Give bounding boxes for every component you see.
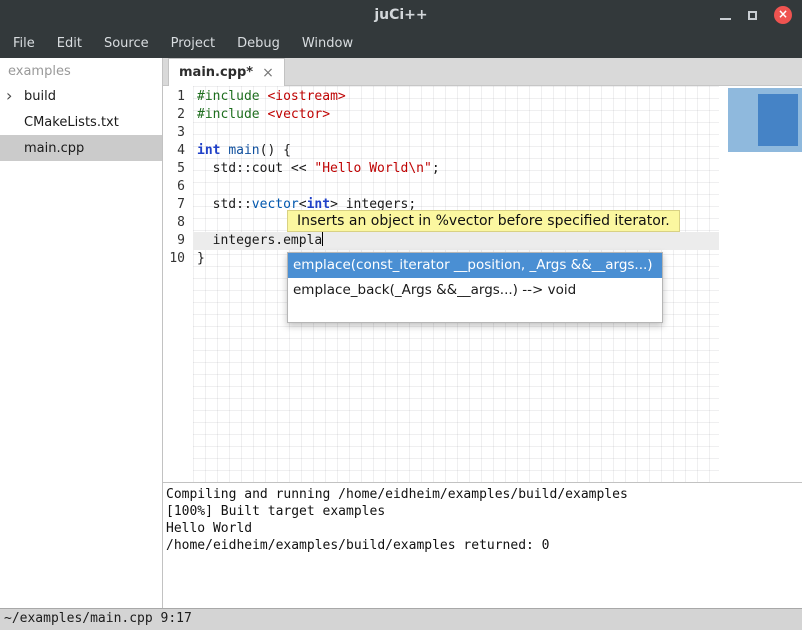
code-text: std::cout << "Hello World\n";: [193, 160, 719, 178]
line-number: 2: [163, 106, 193, 124]
app-window: juCi++ × FileEditSourceProjectDebugWindo…: [0, 0, 802, 630]
menu-item-project[interactable]: Project: [160, 30, 226, 58]
line-number: 8: [163, 214, 193, 232]
terminal-line: Compiling and running /home/eidheim/exam…: [166, 486, 799, 503]
menu-item-debug[interactable]: Debug: [226, 30, 291, 58]
completion-popup: emplace(const_iterator __position, _Args…: [287, 252, 663, 323]
code-line: 9 integers.empla: [163, 232, 802, 250]
tab-main-cpp[interactable]: main.cpp* ×: [168, 58, 285, 86]
line-number: 9: [163, 232, 193, 250]
close-button[interactable]: ×: [774, 6, 792, 24]
menu-item-source[interactable]: Source: [93, 30, 160, 58]
code-text: [193, 178, 719, 196]
line-number: 4: [163, 142, 193, 160]
menu-item-file[interactable]: File: [2, 30, 46, 58]
tab-close-icon[interactable]: ×: [262, 65, 274, 81]
menu-bar: FileEditSourceProjectDebugWindow: [0, 30, 802, 58]
doc-tooltip: Inserts an object in %vector before spec…: [287, 210, 680, 232]
file-explorer-sidebar: examples ›build CMakeLists.txt main.cpp: [0, 58, 163, 608]
code-line: 4int main() {: [163, 142, 802, 160]
editor-scrollbar-thumb[interactable]: [758, 94, 798, 146]
code-line: 1#include <iostream>: [163, 88, 802, 106]
build-output-panel[interactable]: Compiling and running /home/eidheim/exam…: [163, 482, 802, 608]
line-number: 1: [163, 88, 193, 106]
file-label: main.cpp: [22, 141, 84, 156]
sidebar-item-cmakelists-txt[interactable]: CMakeLists.txt: [0, 109, 162, 135]
terminal-line: Hello World: [166, 520, 799, 537]
title-bar: juCi++ ×: [0, 0, 802, 30]
menu-item-edit[interactable]: Edit: [46, 30, 93, 58]
code-text: #include <iostream>: [193, 88, 719, 106]
file-label: CMakeLists.txt: [22, 115, 119, 130]
file-tree: ›build CMakeLists.txt main.cpp: [0, 83, 162, 161]
line-number: 3: [163, 124, 193, 142]
line-number: 6: [163, 178, 193, 196]
chevron-right-icon: ›: [0, 84, 22, 108]
close-icon: ×: [778, 7, 788, 21]
tab-label: main.cpp*: [179, 65, 253, 80]
code-text: integers.empla: [193, 232, 719, 250]
sidebar-item-main-cpp[interactable]: main.cpp: [0, 135, 162, 161]
sidebar-item-build[interactable]: ›build: [0, 83, 162, 109]
completion-item[interactable]: emplace_back(_Args &&__args...) --> void: [288, 278, 662, 303]
status-bar: ~/examples/main.cpp 9:17: [0, 608, 802, 630]
terminal-line: /home/eidheim/examples/build/examples re…: [166, 537, 799, 554]
text-cursor: [322, 232, 323, 246]
restore-icon: [748, 11, 757, 20]
code-lines: 1#include <iostream>2#include <vector>34…: [163, 86, 802, 268]
line-number: 7: [163, 196, 193, 214]
window-title: juCi++: [0, 0, 802, 30]
menu-item-window[interactable]: Window: [291, 30, 364, 58]
code-text: #include <vector>: [193, 106, 719, 124]
code-line: 3: [163, 124, 802, 142]
code-line: 2#include <vector>: [163, 106, 802, 124]
line-number: 5: [163, 160, 193, 178]
window-controls: ×: [720, 0, 792, 30]
code-text: int main() {: [193, 142, 719, 160]
project-name-label: examples: [0, 58, 162, 83]
code-line: 6: [163, 178, 802, 196]
minimize-icon: [720, 18, 731, 20]
completion-item[interactable]: emplace(const_iterator __position, _Args…: [288, 253, 662, 278]
terminal-line: [100%] Built target examples: [166, 503, 799, 520]
file-label: build: [22, 89, 56, 104]
code-line: 5 std::cout << "Hello World\n";: [163, 160, 802, 178]
code-text: [193, 124, 719, 142]
restore-button[interactable]: [748, 11, 757, 20]
minimize-button[interactable]: [720, 11, 731, 20]
tab-bar: main.cpp* ×: [163, 58, 802, 86]
line-number: 10: [163, 250, 193, 268]
